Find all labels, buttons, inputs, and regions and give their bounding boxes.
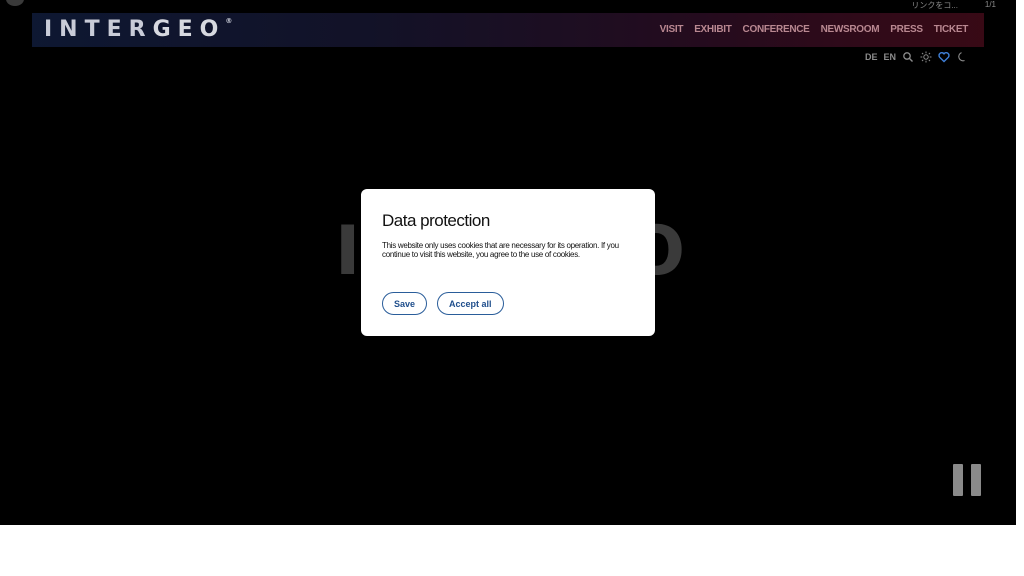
nav-ticket[interactable]: TICKET <box>934 24 969 35</box>
heart-icon[interactable] <box>938 51 950 63</box>
nav-conference[interactable]: CONFERENCE <box>743 24 810 35</box>
link-hint: リンクをコ... <box>911 1 958 10</box>
logo-part-inter: INTER <box>44 17 153 42</box>
dialog-actions: Save Accept all <box>382 292 504 315</box>
logo-part-geo: GEO <box>152 17 226 42</box>
moon-icon[interactable] <box>956 51 968 63</box>
lang-de[interactable]: DE <box>865 52 878 62</box>
pause-icon-bar-left <box>953 464 963 496</box>
nav-visit[interactable]: VISIT <box>660 24 684 35</box>
intergeo-logo[interactable]: INTERGEO® <box>44 17 232 42</box>
nav-exhibit[interactable]: EXHIBIT <box>694 24 732 35</box>
cookie-dialog: Data protection This website only uses c… <box>361 189 655 336</box>
pause-button[interactable] <box>953 464 981 496</box>
page-background: リンクをコ... 1/1 INTERGEO® VISIT EXHIBIT CON… <box>0 0 1016 525</box>
pause-icon-bar-right <box>971 464 981 496</box>
nav-press[interactable]: PRESS <box>890 24 923 35</box>
lang-en[interactable]: EN <box>883 52 896 62</box>
background-letter-left: I <box>335 212 361 291</box>
page-count: 1/1 <box>984 0 996 9</box>
dialog-text: This website only uses cookies that are … <box>382 241 619 259</box>
header-tools: DE EN <box>865 51 968 63</box>
browser-overlay: リンクをコ... 1/1 <box>0 0 1016 10</box>
dialog-title: Data protection <box>382 211 490 230</box>
accept-all-button[interactable]: Accept all <box>437 292 504 315</box>
registered-mark: ® <box>225 17 233 25</box>
main-nav: VISIT EXHIBIT CONFERENCE NEWSROOM PRESS … <box>660 24 969 35</box>
corner-icon <box>6 0 24 6</box>
sun-icon[interactable] <box>920 51 932 63</box>
save-button[interactable]: Save <box>382 292 428 315</box>
search-icon[interactable] <box>902 51 914 63</box>
nav-newsroom[interactable]: NEWSROOM <box>821 24 880 35</box>
